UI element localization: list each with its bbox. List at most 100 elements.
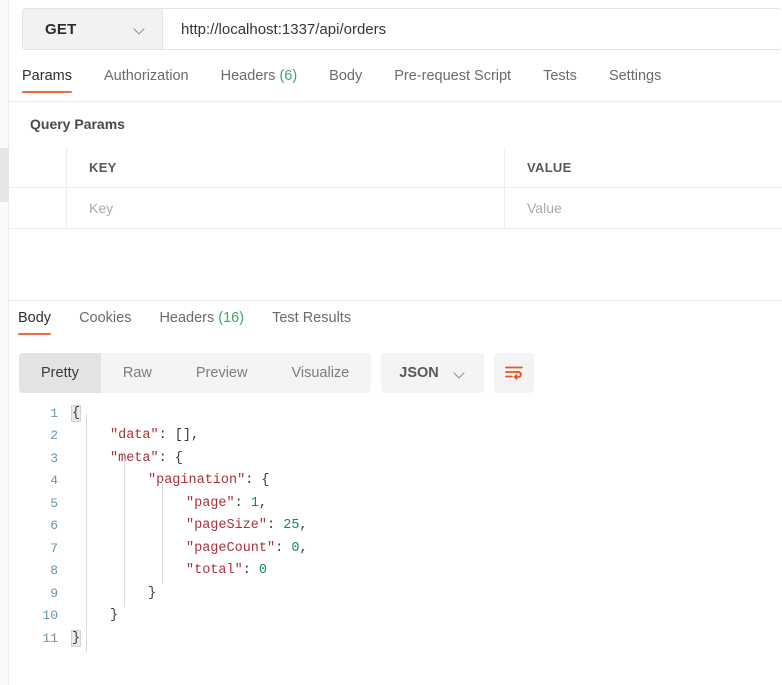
json-token: : {: [158, 450, 183, 466]
json-token: ,: [258, 495, 268, 511]
table-header-row: KEY VALUE: [9, 147, 782, 188]
chevron-down-icon: [455, 368, 466, 379]
tab-label: Params: [22, 68, 72, 84]
json-indent-guide: [124, 459, 125, 607]
tab-body[interactable]: Body: [329, 68, 362, 93]
json-line-content: "page": 1,: [72, 496, 267, 511]
json-token: "pageCount": [186, 540, 276, 556]
json-token: :: [234, 495, 251, 511]
chevron-down-icon: [135, 24, 146, 35]
word-wrap-icon: [504, 366, 523, 380]
select-all-checkbox-cell[interactable]: [9, 147, 67, 187]
view-mode-raw[interactable]: Raw: [101, 353, 174, 393]
json-token: ,: [299, 518, 308, 534]
request-tabs-divider: [9, 101, 782, 102]
response-tab-cookies[interactable]: Cookies: [79, 310, 131, 335]
json-token: :: [242, 563, 259, 579]
tab-label: Authorization: [103, 68, 189, 84]
json-line-content: "pageSize": 25,: [72, 518, 308, 533]
json-line-content: "pageCount": 0,: [72, 541, 308, 556]
tab-authorization[interactable]: Authorization: [104, 68, 189, 93]
param-value-placeholder: Value: [527, 200, 562, 216]
json-line-number: 6: [50, 518, 58, 534]
view-mode-visualize[interactable]: Visualize: [269, 353, 371, 393]
tab-pre-request-script[interactable]: Pre-request Script: [394, 68, 511, 93]
column-header-value: VALUE: [505, 147, 782, 187]
json-line-number: 10: [42, 608, 58, 624]
json-line-number: 5: [50, 495, 58, 511]
response-view-mode-group: Pretty Raw Preview Visualize: [19, 353, 372, 393]
tab-settings[interactable]: Settings: [609, 68, 661, 93]
response-tab-test-results[interactable]: Test Results: [272, 310, 351, 335]
table-row: Key Value: [9, 188, 782, 229]
json-token: }: [148, 585, 157, 601]
http-method-select[interactable]: GET: [23, 9, 163, 49]
json-line: 2 "data": [],: [9, 425, 782, 448]
json-indent-guide: [162, 481, 163, 584]
json-line-content: {: [70, 404, 82, 422]
response-toolbar: Pretty Raw Preview Visualize JSON: [19, 353, 534, 393]
tab-count-badge: (6): [275, 68, 298, 84]
postman-request-response-panel: GET http://localhost:1337/api/orders Par…: [0, 0, 782, 685]
response-format-label: JSON: [399, 365, 439, 381]
json-token: :: [267, 518, 284, 534]
json-line-content: "pagination": {: [72, 473, 270, 488]
panel-splitter[interactable]: [9, 300, 782, 301]
json-line-number: 2: [50, 428, 58, 444]
query-params-title: Query Params: [30, 116, 125, 132]
json-token: "pageSize": [186, 518, 268, 534]
json-token: 1: [250, 495, 259, 511]
json-line-number: 7: [50, 540, 58, 556]
params-empty-area: [9, 229, 782, 300]
tab-label: Cookies: [79, 310, 132, 326]
column-header-key: KEY: [67, 147, 505, 187]
word-wrap-toggle-button[interactable]: [493, 353, 534, 393]
json-line-content: }: [72, 586, 156, 601]
request-tab-bar: Params Authorization Headers (6) Body Pre-re…: [22, 68, 782, 102]
param-key-placeholder: Key: [89, 200, 114, 216]
json-indent-guide: [86, 414, 87, 652]
tab-label: Headers: [159, 310, 215, 326]
json-line: 10}: [9, 605, 782, 628]
json-token: }: [110, 608, 119, 624]
json-line-content: "data": [],: [72, 428, 199, 443]
row-checkbox-cell[interactable]: [9, 188, 67, 228]
tab-headers[interactable]: Headers (6): [221, 68, 298, 93]
matching-brace: }: [70, 629, 82, 647]
json-line-number: 11: [42, 630, 58, 646]
response-format-select[interactable]: JSON: [381, 353, 484, 393]
json-line: 1{: [9, 402, 782, 425]
tab-params[interactable]: Params: [22, 68, 72, 93]
tab-label: Tests: [543, 68, 577, 84]
request-url-input[interactable]: http://localhost:1337/api/orders: [163, 9, 782, 49]
json-token: "data": [110, 428, 159, 444]
tab-count-badge: (16): [214, 310, 245, 326]
json-token: "meta": [110, 450, 159, 466]
response-tab-bar: Body Cookies Headers (16) Test Results: [18, 310, 379, 335]
response-tab-body[interactable]: Body: [18, 310, 52, 335]
json-line-content: "meta": {: [72, 451, 183, 466]
query-params-table: KEY VALUE Key Value: [9, 147, 782, 229]
json-token: : {: [245, 473, 270, 489]
json-token: 25: [283, 518, 300, 534]
tab-label: Body: [329, 68, 363, 84]
json-line: 11}: [9, 627, 782, 650]
param-value-input[interactable]: Value: [505, 188, 782, 228]
response-tab-headers[interactable]: Headers (16): [159, 310, 244, 335]
view-mode-pretty[interactable]: Pretty: [19, 353, 101, 393]
json-token: ,: [299, 540, 308, 556]
column-header-value-label: VALUE: [527, 159, 572, 175]
json-token: "total": [186, 563, 243, 579]
view-mode-preview[interactable]: Preview: [174, 353, 270, 393]
param-key-input[interactable]: Key: [67, 188, 505, 228]
json-line-number: 8: [50, 563, 58, 579]
tab-label: Test Results: [272, 310, 352, 326]
json-line-number: 1: [50, 405, 58, 421]
tab-label: Body: [18, 310, 52, 326]
json-token: "page": [186, 495, 235, 511]
tab-tests[interactable]: Tests: [543, 68, 577, 93]
tab-label: Headers: [220, 68, 276, 84]
request-url-bar: GET http://localhost:1337/api/orders: [22, 8, 782, 50]
vertical-scrollbar-thumb[interactable]: [0, 148, 9, 202]
left-rail: [0, 0, 9, 685]
